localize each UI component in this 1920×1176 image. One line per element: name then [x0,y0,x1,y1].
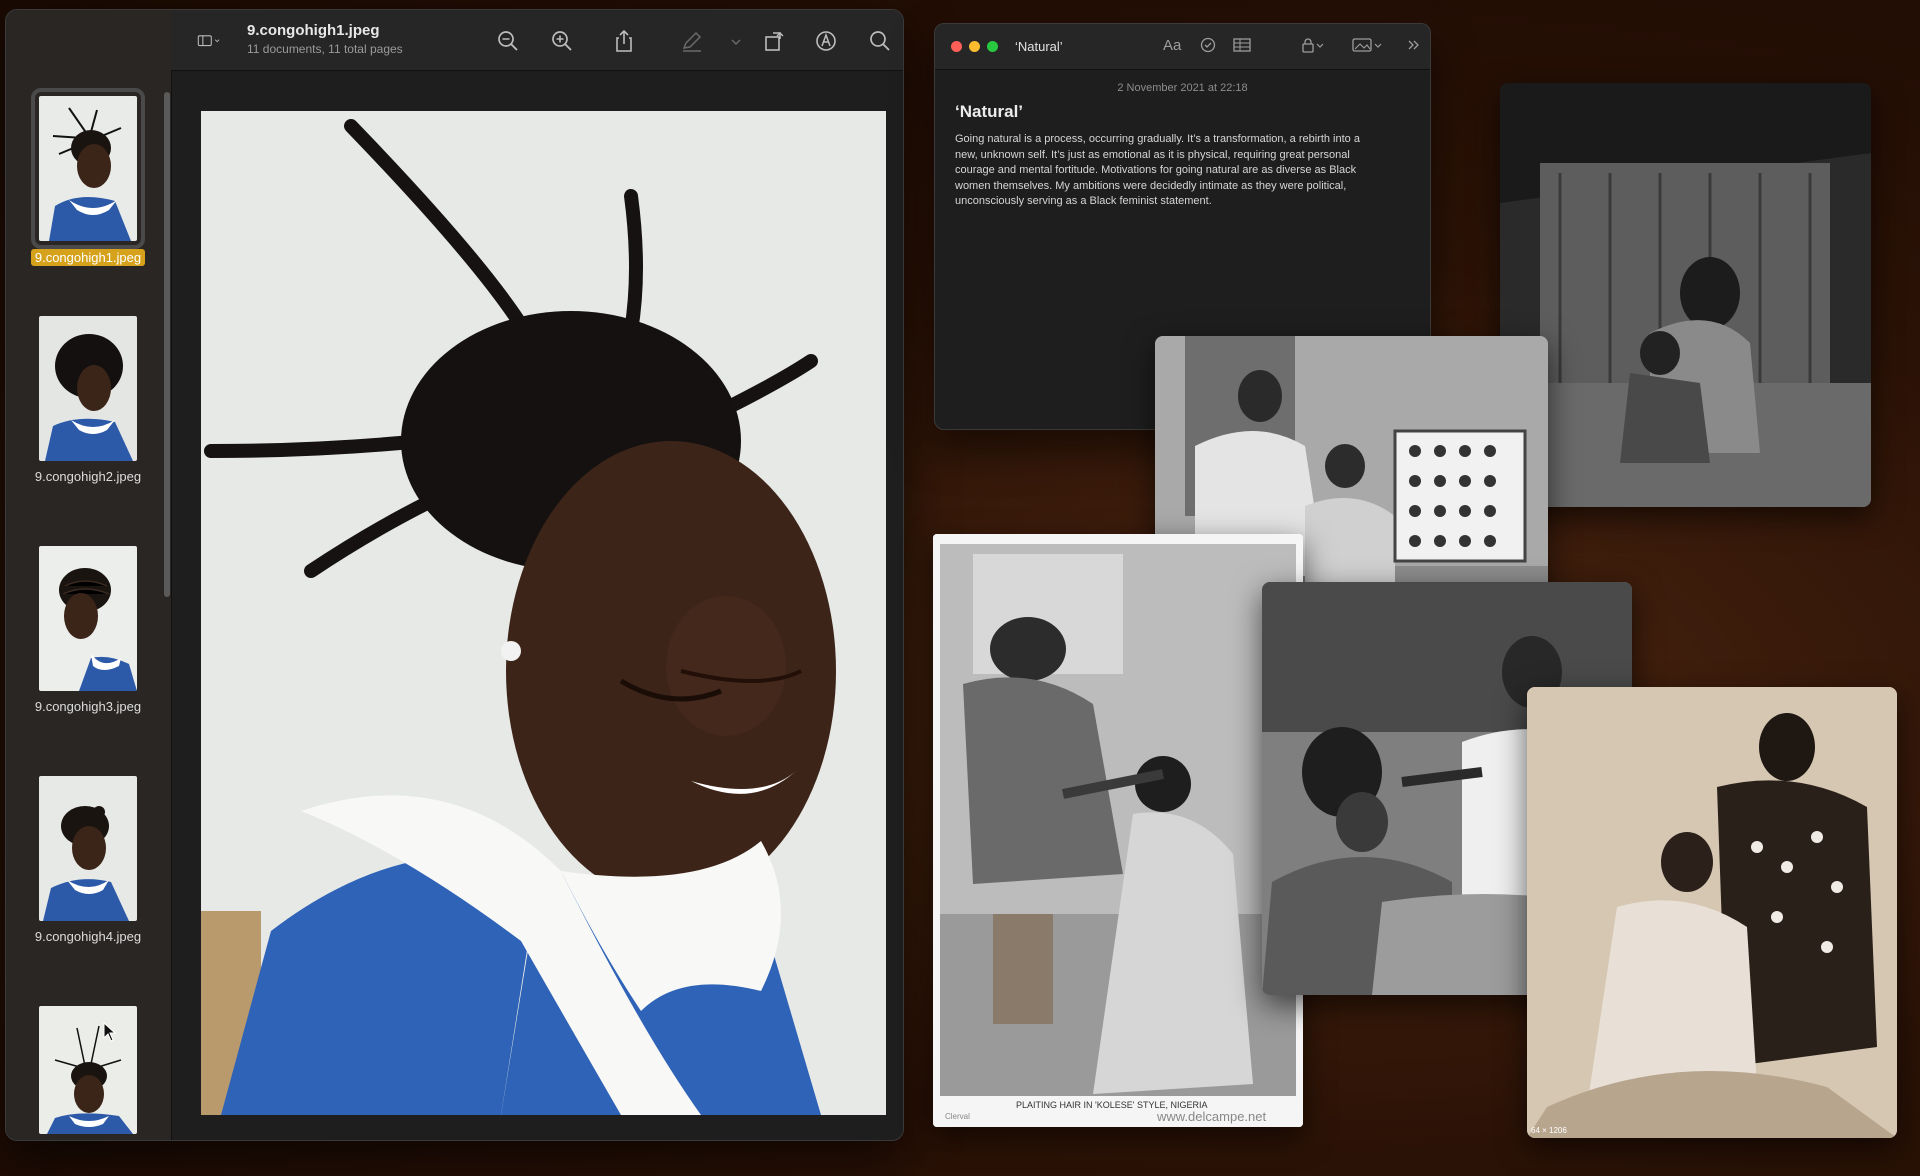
fullscreen-button[interactable] [987,41,998,52]
thumbnail-label: 9.congohigh4.jpeg [34,929,142,944]
thumbnail-label: 9.congohigh1.jpeg [30,249,146,266]
table-icon[interactable] [1233,37,1251,57]
postcard-credit: Clerval [945,1112,970,1121]
note-body[interactable]: Going natural is a process, occurring gr… [955,132,1384,210]
document-title: 9.congohigh1.jpeg [247,22,380,39]
image-dimensions-label: 64 × 1206 [1531,1126,1567,1135]
thumbnail-image [31,88,145,249]
postcard-watermark: www.delcampe.net [1157,1109,1267,1124]
preview-window: 9.congohigh1.jpeg 9.congohigh2.jpeg 9.co… [5,9,904,1141]
thumbnail-item[interactable] [28,1006,148,1134]
chevron-down-icon[interactable] [723,28,741,54]
note-heading[interactable]: ‘Natural’ [955,102,1430,122]
note-date: 2 November 2021 at 22:18 [1117,82,1248,94]
sidebar-icon[interactable] [197,28,237,54]
rotate-icon[interactable] [761,28,787,54]
photo-plaiting-postcard: PLAITING HAIR IN 'KOLESE' STYLE, NIGERIA… [933,534,1303,1127]
thumbnail-item[interactable]: 9.congohigh1.jpeg [28,88,148,267]
minimize-button[interactable] [969,41,980,52]
checklist-icon[interactable] [1200,37,1216,57]
share-icon[interactable] [611,28,637,54]
notes-toolbar: ‘Natural’ Aa [935,24,1430,70]
thumbnail-image [39,1006,137,1134]
markup-pen-icon[interactable] [679,28,705,54]
close-button[interactable] [951,41,962,52]
thumbnail-item[interactable]: 9.congohigh2.jpeg [28,316,148,484]
preview-toolbar: 9.congohigh1.jpeg 11 documents, 11 total… [171,10,903,71]
lock-icon[interactable] [1301,37,1325,57]
thumbnail-sidebar: 9.congohigh1.jpeg 9.congohigh2.jpeg 9.co… [6,10,172,1140]
photo-woman-braiding-child-hut [1500,83,1871,507]
zoom-out-icon[interactable] [495,28,521,54]
thumbnail-label: 9.congohigh3.jpeg [34,699,142,714]
zoom-in-icon[interactable] [549,28,575,54]
thumbnail-image [39,316,137,461]
document-subtitle: 11 documents, 11 total pages [247,42,403,56]
thumbnail-image [39,546,137,691]
media-icon[interactable] [1351,37,1383,57]
photo-sepia-two-women: 64 × 1206 [1527,687,1897,1138]
main-photo-girl-with-braided-hair [201,111,886,1115]
thumbnail-item[interactable]: 9.congohigh4.jpeg [28,776,148,944]
more-chevron-icon[interactable] [1407,37,1421,57]
note-window-title: ‘Natural’ [1015,39,1063,54]
window-controls [951,41,998,52]
thumbnail-label: 9.congohigh2.jpeg [34,469,142,484]
mouse-cursor [103,1021,117,1047]
search-icon[interactable] [867,28,893,54]
annotate-icon[interactable] [813,28,839,54]
sidebar-scrollbar[interactable] [164,92,170,597]
thumbnail-image [39,776,137,921]
format-text-icon[interactable]: Aa [1163,37,1181,54]
thumbnail-item[interactable]: 9.congohigh3.jpeg [28,546,148,714]
